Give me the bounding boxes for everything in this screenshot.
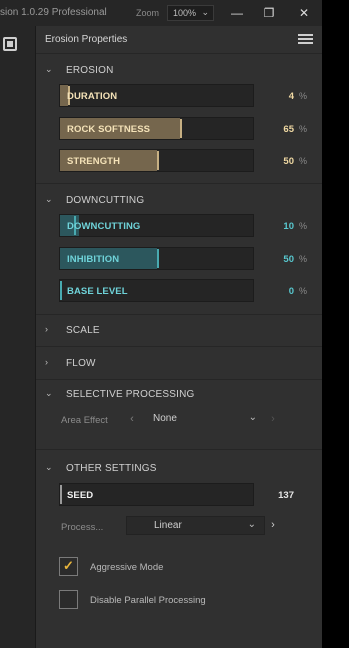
slider-label: BASE LEVEL bbox=[67, 286, 128, 297]
duration-value[interactable]: 4 bbox=[262, 91, 294, 102]
area-effect-dropdown[interactable]: None ⌄ bbox=[126, 410, 265, 429]
zoom-value: 100% bbox=[173, 8, 197, 18]
process-dropdown[interactable]: Linear ⌄ bbox=[126, 516, 265, 535]
divider bbox=[36, 346, 322, 347]
base-level-slider[interactable]: BASE LEVEL bbox=[59, 279, 254, 302]
slider-marker bbox=[156, 249, 159, 268]
slider-marker bbox=[179, 119, 182, 138]
divider bbox=[36, 183, 322, 184]
divider bbox=[36, 314, 322, 315]
downcutting-value[interactable]: 10 bbox=[262, 221, 294, 232]
base-level-value[interactable]: 0 bbox=[262, 286, 294, 297]
app-title: sion 1.0.29 Professional bbox=[0, 7, 107, 18]
duration-slider[interactable]: DURATION bbox=[59, 84, 254, 107]
strength-value[interactable]: 50 bbox=[262, 156, 294, 167]
slider-marker bbox=[60, 485, 62, 504]
rock-softness-value[interactable]: 65 bbox=[262, 124, 294, 135]
restore-icon: ❐ bbox=[263, 6, 275, 20]
slider-label: INHIBITION bbox=[67, 254, 120, 265]
chevron-right-icon[interactable]: › bbox=[267, 516, 279, 535]
process-label: Process... bbox=[61, 522, 104, 533]
divider bbox=[36, 449, 322, 450]
section-title: SCALE bbox=[66, 325, 100, 336]
slider-marker bbox=[156, 151, 159, 170]
properties-panel: Erosion Properties ⌄ EROSION DURATION 4 … bbox=[36, 26, 322, 648]
chevron-down-icon: ⌄ bbox=[45, 388, 53, 398]
percent-unit: % bbox=[299, 91, 308, 101]
panel-header: Erosion Properties bbox=[36, 26, 322, 54]
zoom-select[interactable]: 100% ⌄ bbox=[167, 5, 214, 21]
section-scale[interactable]: › SCALE bbox=[36, 321, 322, 341]
section-flow[interactable]: › FLOW bbox=[36, 354, 322, 374]
chevron-down-icon: ⌄ bbox=[45, 64, 53, 74]
chevron-down-icon: ⌄ bbox=[247, 519, 256, 530]
seed-input[interactable]: SEED bbox=[59, 483, 254, 506]
restore-button[interactable]: ❐ bbox=[258, 3, 280, 23]
chevron-right-icon: › bbox=[45, 324, 48, 334]
close-icon: ✕ bbox=[298, 6, 310, 20]
chevron-down-icon: ⌄ bbox=[248, 412, 257, 423]
section-title: OTHER SETTINGS bbox=[66, 463, 157, 474]
chevron-down-icon: ⌄ bbox=[45, 462, 53, 472]
chevron-right-icon[interactable]: › bbox=[267, 410, 279, 429]
slider-marker bbox=[60, 281, 62, 300]
checkmark-icon: ✓ bbox=[63, 558, 74, 573]
section-selective-processing[interactable]: ⌄ SELECTIVE PROCESSING bbox=[36, 385, 322, 405]
percent-unit: % bbox=[299, 286, 308, 296]
area-effect-label: Area Effect bbox=[61, 415, 108, 426]
zoom-label: Zoom bbox=[136, 8, 160, 18]
disable-parallel-label: Disable Parallel Processing bbox=[90, 595, 206, 606]
slider-label: DOWNCUTTING bbox=[67, 221, 141, 232]
percent-unit: % bbox=[299, 221, 308, 231]
chevron-right-icon: › bbox=[45, 357, 48, 367]
section-title: FLOW bbox=[66, 358, 96, 369]
percent-unit: % bbox=[299, 254, 308, 264]
dropdown-value: None bbox=[153, 413, 177, 424]
section-title: EROSION bbox=[66, 65, 114, 76]
seed-value[interactable]: 137 bbox=[262, 490, 294, 501]
divider bbox=[36, 379, 322, 380]
chevron-down-icon: ⌄ bbox=[45, 194, 53, 204]
inhibition-value[interactable]: 50 bbox=[262, 254, 294, 265]
title-bar: sion 1.0.29 Professional Zoom 100% ⌄ — ❐… bbox=[0, 0, 322, 26]
section-downcutting[interactable]: ⌄ DOWNCUTTING bbox=[36, 191, 322, 211]
section-title: SELECTIVE PROCESSING bbox=[66, 389, 195, 400]
minimize-button[interactable]: — bbox=[226, 3, 248, 23]
rock-softness-slider[interactable]: ROCK SOFTNESS bbox=[59, 117, 254, 140]
chevron-down-icon: ⌄ bbox=[201, 7, 209, 17]
left-toolbar bbox=[0, 26, 36, 648]
strength-slider[interactable]: STRENGTH bbox=[59, 149, 254, 172]
input-label: SEED bbox=[67, 490, 94, 501]
hamburger-icon[interactable] bbox=[298, 34, 313, 45]
section-other-settings[interactable]: ⌄ OTHER SETTINGS bbox=[36, 459, 322, 479]
background-edge bbox=[322, 0, 349, 648]
minimize-icon: — bbox=[231, 6, 243, 20]
dropdown-value: Linear bbox=[154, 520, 182, 531]
section-erosion[interactable]: ⌄ EROSION bbox=[36, 61, 322, 81]
percent-unit: % bbox=[299, 156, 308, 166]
aggressive-mode-checkbox[interactable]: ✓ bbox=[59, 557, 78, 576]
aggressive-mode-label: Aggressive Mode bbox=[90, 562, 164, 573]
slider-label: ROCK SOFTNESS bbox=[67, 124, 151, 135]
slider-label: STRENGTH bbox=[67, 156, 121, 167]
slider-label: DURATION bbox=[67, 91, 118, 102]
percent-unit: % bbox=[299, 124, 308, 134]
close-button[interactable]: ✕ bbox=[293, 3, 315, 23]
section-title: DOWNCUTTING bbox=[66, 195, 145, 206]
disable-parallel-checkbox[interactable] bbox=[59, 590, 78, 609]
panel-title: Erosion Properties bbox=[45, 34, 128, 45]
chip-icon[interactable] bbox=[3, 37, 17, 51]
inhibition-slider[interactable]: INHIBITION bbox=[59, 247, 254, 270]
downcutting-slider[interactable]: DOWNCUTTING bbox=[59, 214, 254, 237]
